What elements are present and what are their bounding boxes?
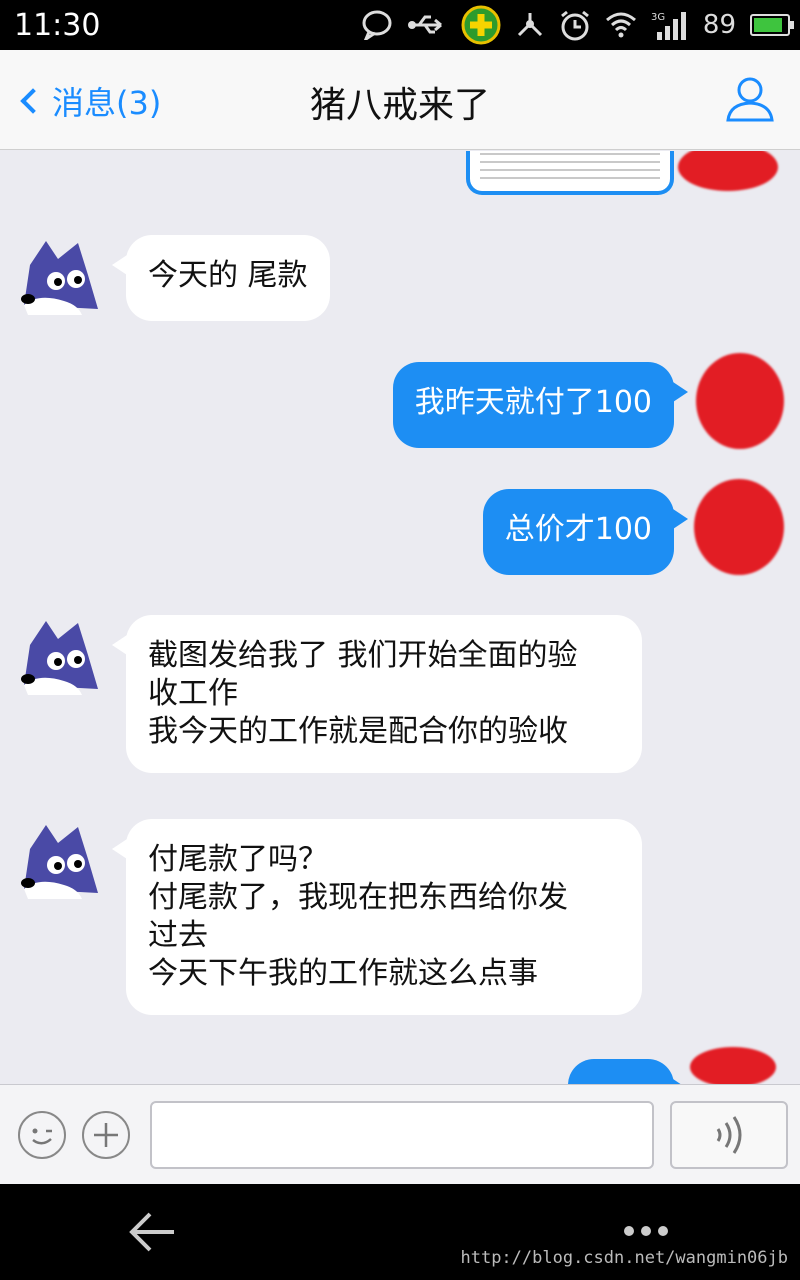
message-text: 收工作 [148,676,238,711]
battery-icon [750,14,794,36]
message-text: 付尾款了，我现在把东西给你发 [148,880,568,915]
chat-area[interactable]: 今天的 尾款 我昨天就付了100 总价才100 截图发给我了 我们开始全面的验 … [0,151,800,1084]
page-title: 猪八戒来了 [309,85,490,126]
image-message[interactable] [466,151,674,195]
voice-icon [716,1116,742,1154]
redacted-avatar [678,151,778,191]
status-bar: 11:30 3G 89 [0,0,800,50]
more-dots-icon[interactable] [622,1224,670,1238]
message-bubble-outgoing[interactable] [568,1059,688,1084]
message-bubble-outgoing[interactable]: 总价才100 [482,489,689,575]
voice-button[interactable] [670,1101,788,1169]
message-text: 今天的 尾款 [148,258,308,293]
svg-text:3G: 3G [651,12,665,23]
message-text: 我昨天就付了100 [414,385,652,420]
share-icon [517,13,542,37]
message-bubble-outgoing[interactable]: 我昨天就付了100 [392,362,689,448]
alarm-icon [560,10,589,41]
message-bubble-incoming[interactable]: 今天的 尾款 [112,235,330,321]
contact-avatar[interactable] [18,235,100,317]
status-icons: 3G 89 [361,4,794,46]
message-input[interactable] [150,1101,654,1169]
battery-level: 89 [702,10,736,40]
message-text: 过去 [148,918,208,953]
watermark: http://blog.csdn.net/wangmin06jb [460,1248,788,1268]
message-bubble-incoming[interactable]: 截图发给我了 我们开始全面的验 收工作 我今天的工作就是配合你的验收 [112,615,642,773]
redacted-avatar [696,353,784,449]
redacted-avatar [690,1047,776,1084]
message-text: 今天下午我的工作就这么点事 [148,956,538,991]
emoji-icon [32,1128,52,1145]
message-text: 付尾款了吗？ [148,842,328,877]
input-bar [0,1084,800,1184]
security-plus-icon [461,5,501,45]
chat-bubble-icon [362,10,392,40]
status-time: 11:30 [14,8,101,43]
usb-icon [407,15,442,34]
signal-3g-icon: 3G [651,12,686,40]
contact-avatar[interactable] [18,615,100,697]
chat-header: 消息(3) 猪八戒来了 [0,50,800,150]
contact-avatar[interactable] [18,819,100,901]
wifi-icon [605,12,636,38]
back-arrow-icon[interactable] [128,1210,176,1254]
plus-icon [94,1123,118,1147]
message-text: 我今天的工作就是配合你的验收 [148,714,568,749]
message-text: 截图发给我了 我们开始全面的验 [148,638,578,673]
redacted-avatar [694,479,784,575]
message-text: 总价才100 [504,512,652,547]
person-icon[interactable] [724,72,776,124]
emoji-icon[interactable] [18,1111,66,1159]
system-nav-bar: http://blog.csdn.net/wangmin06jb [0,1184,800,1280]
message-bubble-incoming[interactable]: 付尾款了吗？ 付尾款了，我现在把东西给你发 过去 今天下午我的工作就这么点事 [112,819,642,1015]
plus-icon[interactable] [82,1111,130,1159]
